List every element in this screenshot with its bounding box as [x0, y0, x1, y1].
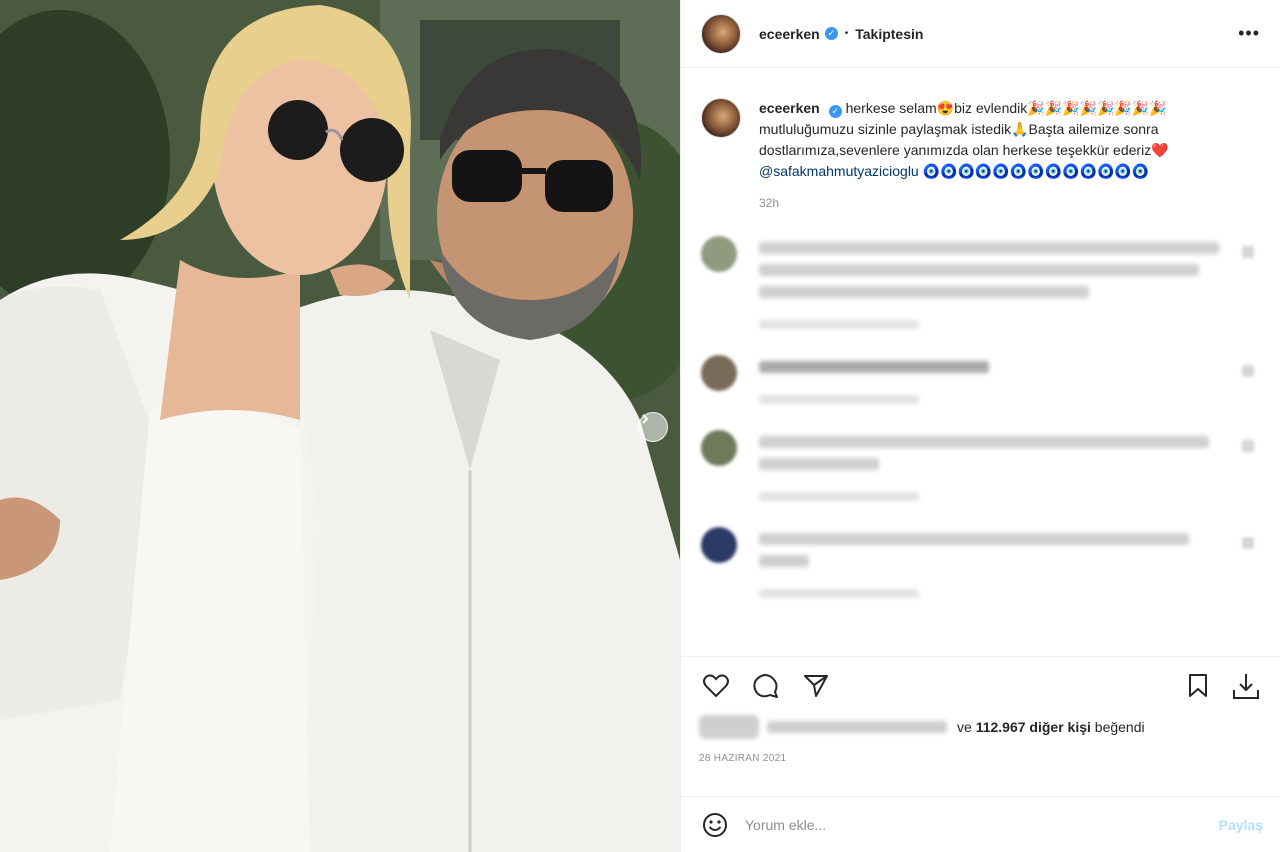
list-item	[701, 355, 1260, 404]
avatar[interactable]	[701, 98, 741, 138]
caption-emoji: ❤️	[1151, 142, 1169, 158]
blurred-text	[759, 555, 809, 567]
blurred-liker-name	[767, 721, 947, 733]
caption-username[interactable]: eceerken	[759, 100, 820, 116]
blurred-meta	[759, 395, 919, 404]
liker-avatars	[699, 715, 759, 739]
likes-count[interactable]: 112.967 diğer kişi	[976, 719, 1091, 735]
list-item	[701, 236, 1260, 329]
likes-prefix: ve	[957, 719, 972, 735]
avatar[interactable]	[701, 430, 737, 466]
blurred-text	[759, 533, 1189, 545]
comment-body	[759, 430, 1229, 501]
blurred-meta	[759, 492, 919, 501]
comments-list[interactable]: eceerken ✓ herkese selam😍biz evlendik🎉🎉🎉🎉…	[681, 68, 1280, 656]
blurred-text	[759, 242, 1219, 254]
verified-badge-icon: ✓	[828, 105, 842, 118]
blurred-meta	[759, 320, 919, 329]
caption-emoji: 🧿🧿🧿🧿🧿🧿🧿🧿🧿🧿🧿🧿🧿	[922, 163, 1150, 179]
list-item	[701, 430, 1260, 501]
mention-link[interactable]: @safakmahmutyazicioglu	[759, 163, 919, 179]
download-icon[interactable]	[1229, 669, 1263, 703]
chevron-right-icon[interactable]	[638, 412, 668, 442]
send-icon[interactable]	[799, 669, 833, 703]
post-photo[interactable]	[0, 0, 680, 852]
blurred-text	[759, 458, 879, 470]
verified-badge-icon: ✓	[824, 27, 838, 40]
caption-text: eceerken ✓ herkese selam😍biz evlendik🎉🎉🎉🎉…	[759, 98, 1259, 182]
likes-suffix: beğendi	[1094, 719, 1145, 735]
heart-icon[interactable]	[1242, 246, 1254, 258]
caption-part: herkese selam	[845, 100, 937, 116]
action-icons	[699, 669, 1263, 703]
comment-body	[759, 236, 1229, 329]
heart-icon[interactable]	[699, 669, 733, 703]
post-header: eceerken ✓ • Takiptesin •••	[681, 0, 1280, 68]
avatar[interactable]	[701, 355, 737, 391]
caption-part: mutluluğumuzu sizinle paylaşmak istedik	[759, 121, 1012, 137]
caption-timestamp[interactable]: 32h	[759, 196, 1260, 210]
comment-composer: Paylaş	[681, 796, 1280, 852]
post-date[interactable]: 28 Haziran 2021	[699, 753, 1263, 764]
emoji-icon[interactable]	[699, 809, 731, 841]
blurred-meta	[759, 589, 919, 598]
list-item	[701, 527, 1260, 598]
blurred-text	[759, 286, 1089, 298]
heart-icon[interactable]	[1242, 365, 1254, 377]
blurred-text	[759, 264, 1199, 276]
heart-icon[interactable]	[1242, 440, 1254, 452]
post-actions: ve 112.967 diğer kişi beğendi 28 Haziran…	[681, 656, 1280, 764]
wedding-photo-illustration	[0, 0, 680, 852]
heart-icon[interactable]	[1242, 537, 1254, 549]
blurred-text	[759, 361, 989, 373]
action-icons-right	[1167, 669, 1263, 703]
caption-emoji: 🎉🎉🎉🎉🎉🎉🎉🎉	[1027, 100, 1167, 116]
more-options-icon[interactable]: •••	[1238, 23, 1260, 44]
bookmark-icon[interactable]	[1181, 669, 1215, 703]
likes-summary[interactable]: ve 112.967 diğer kişi beğendi	[699, 715, 1263, 739]
post-caption: eceerken ✓ herkese selam😍biz evlendik🎉🎉🎉🎉…	[701, 98, 1260, 182]
comment-body	[759, 527, 1229, 598]
avatar[interactable]	[701, 236, 737, 272]
avatar[interactable]	[701, 13, 741, 54]
comment-icon[interactable]	[749, 669, 783, 703]
avatar[interactable]	[701, 527, 737, 563]
post-comment-button[interactable]: Paylaş	[1219, 817, 1263, 833]
post-side-panel: eceerken ✓ • Takiptesin ••• eceerken ✓ he…	[680, 0, 1280, 852]
follow-status-button[interactable]: Takiptesin	[855, 26, 923, 42]
comment-body	[759, 355, 1229, 404]
comment-input[interactable]	[745, 816, 1219, 833]
caption-emoji: 😍	[936, 100, 955, 116]
header-username[interactable]: eceerken	[759, 26, 820, 42]
blurred-text	[759, 436, 1209, 448]
caption-emoji: 🙏	[1011, 121, 1029, 137]
separator-dot: •	[844, 28, 849, 39]
caption-part: biz evlendik	[954, 100, 1028, 116]
